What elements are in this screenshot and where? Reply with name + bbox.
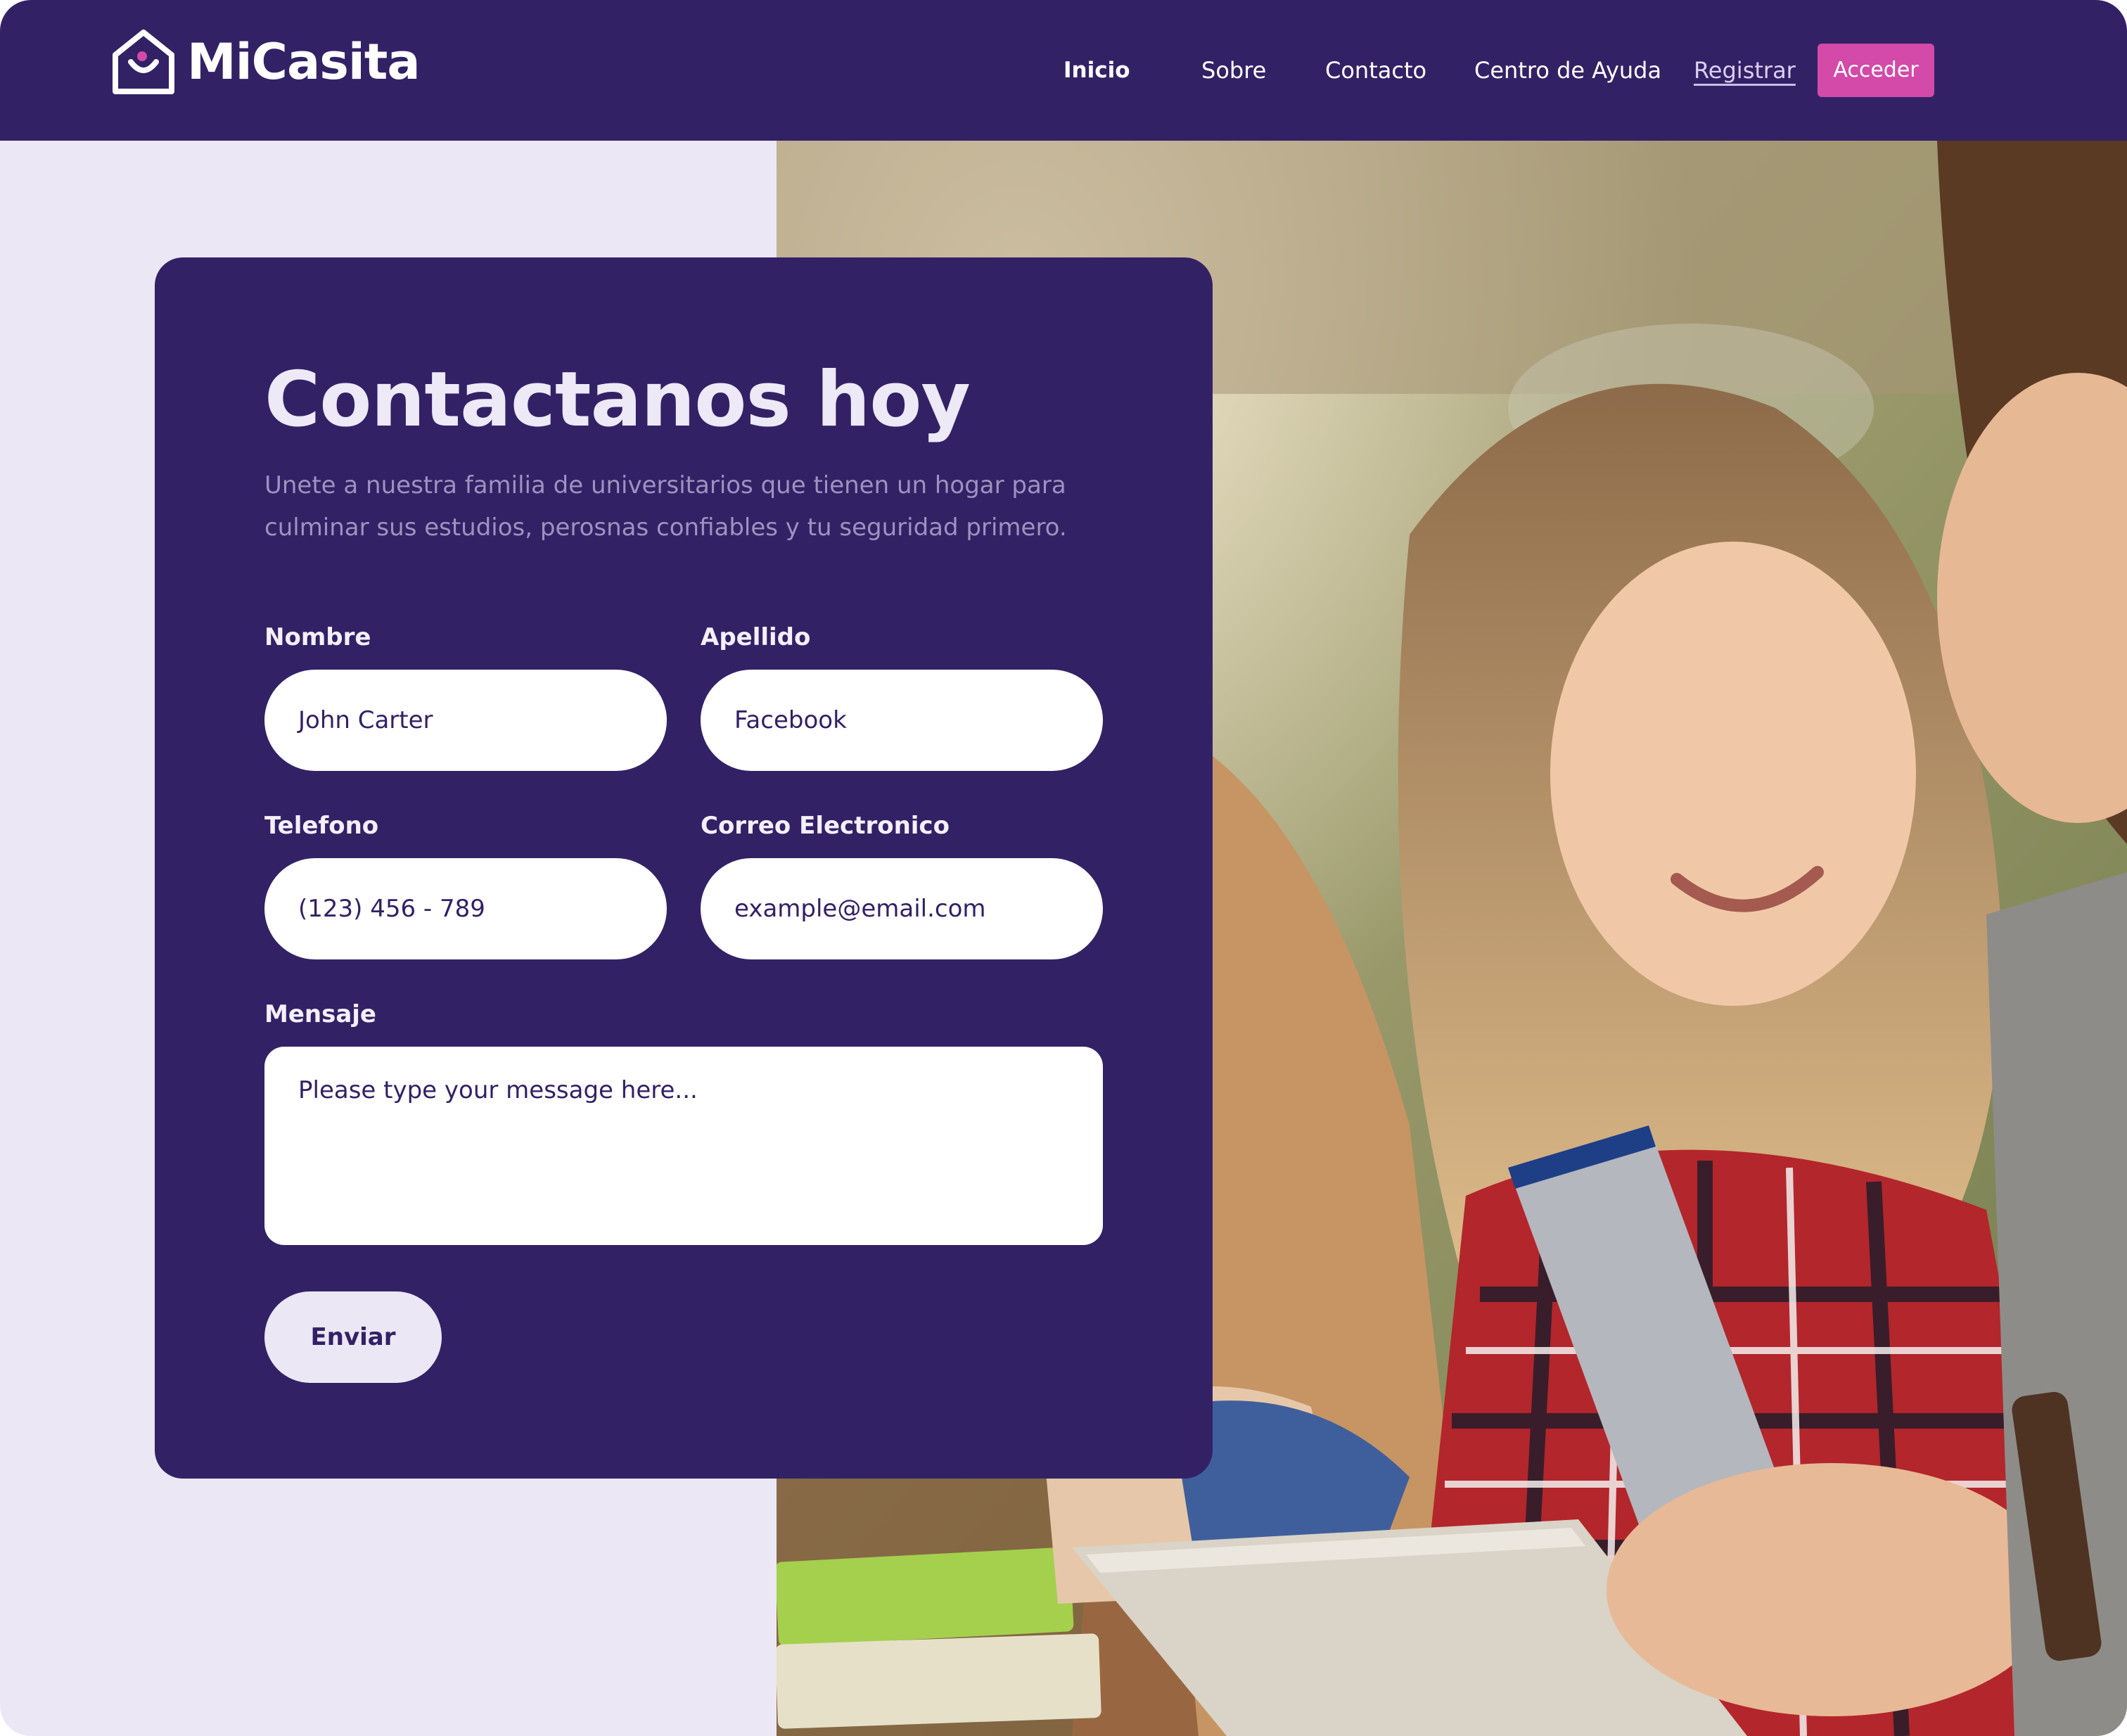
- contact-title: Contactanos hoy: [264, 356, 971, 444]
- acceder-button[interactable]: Acceder: [1818, 44, 1934, 97]
- apellido-input[interactable]: Facebook: [701, 670, 1103, 771]
- correo-input[interactable]: example@email.com: [701, 858, 1103, 959]
- apellido-label: Apellido: [701, 623, 811, 651]
- logo-text: MiCasita: [187, 33, 421, 91]
- nav-link-registrar[interactable]: Registrar: [1694, 42, 1796, 98]
- contact-subtitle: Unete a nuestra familia de universitario…: [264, 471, 1067, 542]
- nombre-input[interactable]: John Carter: [264, 670, 667, 771]
- nav-link-centro-de-ayuda[interactable]: Centro de Ayuda: [1474, 42, 1661, 98]
- telefono-label: Telefono: [264, 812, 379, 840]
- mensaje-label: Mensaje: [264, 1000, 376, 1028]
- logo[interactable]: MiCasita: [110, 27, 421, 97]
- nav-link-contacto[interactable]: Contacto: [1325, 42, 1426, 98]
- correo-label: Correo Electronico: [701, 812, 950, 840]
- nav-link-sobre[interactable]: Sobre: [1201, 42, 1266, 98]
- house-smile-icon: [110, 27, 177, 97]
- nombre-label: Nombre: [264, 623, 371, 651]
- page-frame: MiCasita Inicio Sobre Contacto Centro de…: [0, 0, 2127, 1736]
- contact-form-card: Contactanos hoy Unete a nuestra familia …: [155, 257, 1213, 1479]
- nav-link-inicio[interactable]: Inicio: [1064, 42, 1130, 98]
- telefono-input[interactable]: (123) 456 - 789: [264, 858, 667, 959]
- mensaje-textarea[interactable]: Please type your message here...: [264, 1047, 1103, 1245]
- top-nav-bar: MiCasita Inicio Sobre Contacto Centro de…: [0, 0, 2127, 141]
- enviar-button[interactable]: Enviar: [264, 1291, 442, 1383]
